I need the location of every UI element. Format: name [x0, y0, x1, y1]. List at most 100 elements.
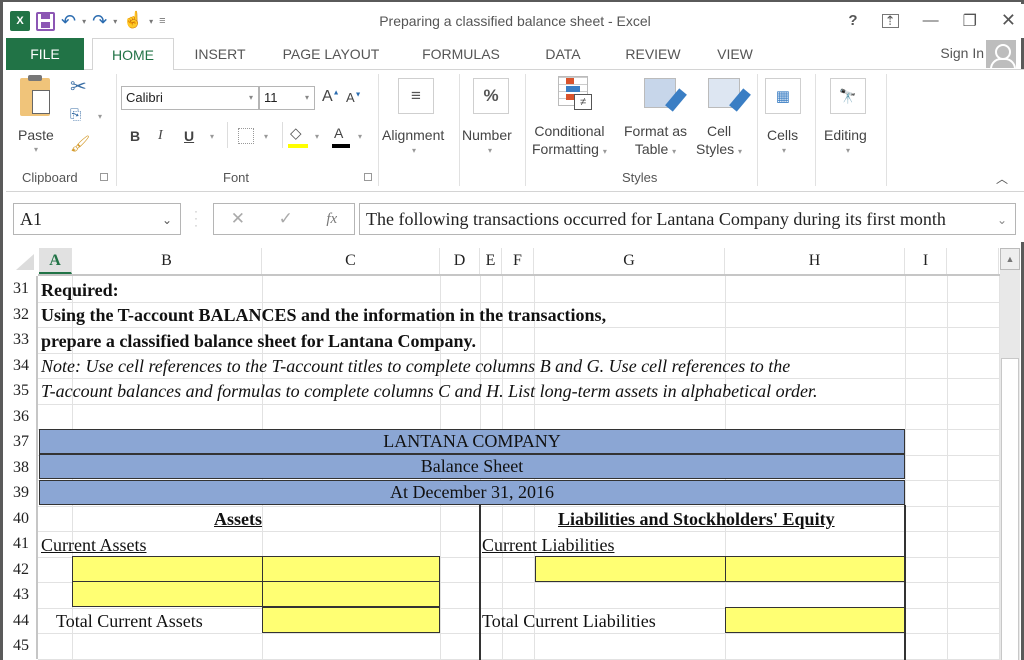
drag-handle-icon[interactable]: · · ·	[194, 205, 198, 231]
current-liabilities-label[interactable]: Current Liabilities	[482, 533, 614, 558]
borders-dropdown-icon[interactable]: ▾	[264, 132, 268, 141]
alignment-button[interactable]: Alignment	[382, 126, 444, 144]
cut-icon[interactable]: ✂	[70, 74, 87, 99]
tab-review[interactable]: REVIEW	[618, 38, 688, 70]
current-asset-name-input-2[interactable]	[72, 581, 263, 607]
redo-dropdown-icon[interactable]: ▾	[113, 17, 117, 26]
total-current-assets-input[interactable]	[262, 607, 440, 633]
alignment-dropdown-icon[interactable]: ▾	[412, 146, 416, 155]
column-header-f[interactable]: F	[502, 248, 534, 274]
row-header-35[interactable]: 35	[6, 378, 38, 404]
current-assets-label[interactable]: Current Assets	[41, 533, 147, 558]
row-header-36[interactable]: 36	[6, 403, 38, 429]
column-header-b[interactable]: B	[72, 248, 262, 274]
company-name-header[interactable]: LANTANA COMPANY	[39, 429, 905, 454]
row-header-34[interactable]: 34	[6, 352, 38, 378]
format-as-table-icon[interactable]	[644, 78, 687, 112]
copy-icon[interactable]: ⎘	[70, 106, 81, 123]
column-header-c[interactable]: C	[262, 248, 440, 274]
liabilities-equity-header[interactable]: Liabilities and Stockholders' Equity	[558, 507, 835, 532]
row-header-45[interactable]: 45	[6, 633, 38, 659]
italic-button[interactable]: I	[158, 128, 163, 144]
conditional-formatting-icon[interactable]: ≠	[558, 76, 594, 114]
cells-dropdown-icon[interactable]: ▾	[782, 146, 786, 155]
format-painter-icon[interactable]: 🖌	[70, 134, 90, 154]
touch-mode-icon[interactable]: ☝	[123, 11, 143, 31]
current-liability-name-input-1[interactable]	[535, 556, 726, 582]
column-header-h[interactable]: H	[725, 248, 905, 274]
tab-data[interactable]: DATA	[536, 38, 590, 70]
save-icon[interactable]	[36, 11, 55, 31]
underline-button[interactable]: U	[184, 128, 194, 144]
fill-color-icon[interactable]: ◇	[290, 124, 302, 142]
conditional-formatting-button[interactable]: Conditional Formatting ▾	[532, 122, 607, 161]
row-header-33[interactable]: 33	[6, 327, 38, 353]
row-header-43[interactable]: 43	[6, 582, 38, 608]
row-header-44[interactable]: 44	[6, 607, 38, 633]
column-header-d[interactable]: D	[440, 248, 480, 274]
cell-styles-button[interactable]: Cell Styles ▾	[696, 122, 742, 161]
column-header-a[interactable]: A	[39, 248, 72, 274]
copy-dropdown-icon[interactable]: ▾	[98, 112, 102, 121]
scroll-up-icon[interactable]: ▲	[1000, 248, 1020, 270]
row-header-32[interactable]: 32	[6, 301, 38, 327]
scrollbar-thumb[interactable]	[1001, 358, 1019, 660]
help-button[interactable]: ?	[848, 12, 857, 29]
paste-icon[interactable]	[20, 75, 50, 116]
column-header-e[interactable]: E	[480, 248, 502, 274]
current-liability-amount-input-1[interactable]	[725, 556, 905, 582]
expand-formula-bar-icon[interactable]: ⌄	[996, 205, 1007, 234]
column-header-g[interactable]: G	[534, 248, 725, 274]
cells-button[interactable]: Cells	[767, 126, 798, 144]
total-current-liabilities-label[interactable]: Total Current Liabilities	[482, 609, 656, 634]
vertical-scrollbar[interactable]: ▲	[1000, 248, 1020, 660]
column-header-i[interactable]: I	[905, 248, 947, 274]
cell-a33[interactable]: prepare a classified balance sheet for L…	[41, 329, 476, 354]
redo-icon[interactable]: ↷	[92, 11, 107, 31]
row-header-31[interactable]: 31	[6, 276, 38, 302]
tab-formulas[interactable]: FORMULAS	[416, 38, 506, 70]
restore-icon[interactable]: ❐	[963, 11, 977, 31]
clipboard-launcher-icon[interactable]	[100, 173, 108, 181]
current-asset-name-input-1[interactable]	[72, 556, 263, 582]
number-button[interactable]: Number	[462, 126, 512, 144]
font-color-button[interactable]: A	[334, 125, 343, 141]
font-launcher-icon[interactable]	[364, 173, 372, 181]
undo-icon[interactable]: ↶	[61, 11, 76, 31]
cells-icon[interactable]: ▦	[765, 78, 801, 114]
row-header-39[interactable]: 39	[6, 480, 38, 506]
chevron-down-icon[interactable]: ▾	[249, 87, 253, 109]
cell-styles-icon[interactable]	[708, 78, 751, 112]
row-header-38[interactable]: 38	[6, 454, 38, 480]
underline-dropdown-icon[interactable]: ▾	[210, 132, 214, 141]
tab-page-layout[interactable]: PAGE LAYOUT	[276, 38, 386, 70]
font-size-input[interactable]: 11 ▾	[259, 86, 315, 110]
cell-a32[interactable]: Using the T-account BALANCES and the inf…	[41, 303, 606, 328]
format-as-table-button[interactable]: Format as Table ▾	[624, 122, 687, 161]
select-all-button[interactable]	[16, 254, 34, 270]
tab-insert[interactable]: INSERT	[186, 38, 254, 70]
row-header-41[interactable]: 41	[6, 531, 38, 557]
borders-icon[interactable]	[238, 128, 254, 144]
paste-button[interactable]: Paste	[18, 126, 54, 144]
collapse-ribbon-icon[interactable]: ︿	[996, 170, 1008, 187]
customize-qat-icon[interactable]: ≡	[159, 15, 165, 27]
fill-color-dropdown-icon[interactable]: ▾	[315, 132, 319, 141]
column-header-j[interactable]	[947, 248, 999, 274]
font-name-input[interactable]: Calibri ▾	[121, 86, 259, 110]
cell-a34[interactable]: Note: Use cell references to the T-accou…	[41, 354, 790, 379]
chevron-down-icon[interactable]: ▾	[305, 87, 309, 109]
current-asset-amount-input-2[interactable]	[262, 581, 440, 607]
editing-button[interactable]: Editing	[824, 126, 867, 144]
name-box[interactable]: A1 ⌄	[13, 203, 181, 235]
current-asset-amount-input-1[interactable]	[262, 556, 440, 582]
assets-header[interactable]: Assets	[214, 507, 262, 532]
total-current-liabilities-input[interactable]	[725, 607, 905, 633]
number-format-icon[interactable]: %	[473, 78, 509, 114]
cancel-icon[interactable]: ✕	[231, 209, 245, 229]
minimize-icon[interactable]: —	[923, 12, 939, 30]
close-icon[interactable]: ✕	[1001, 10, 1016, 31]
formula-input[interactable]: The following transactions occurred for …	[359, 203, 1016, 235]
cell-a35[interactable]: T-account balances and formulas to compl…	[41, 379, 817, 404]
undo-dropdown-icon[interactable]: ▾	[82, 17, 86, 26]
